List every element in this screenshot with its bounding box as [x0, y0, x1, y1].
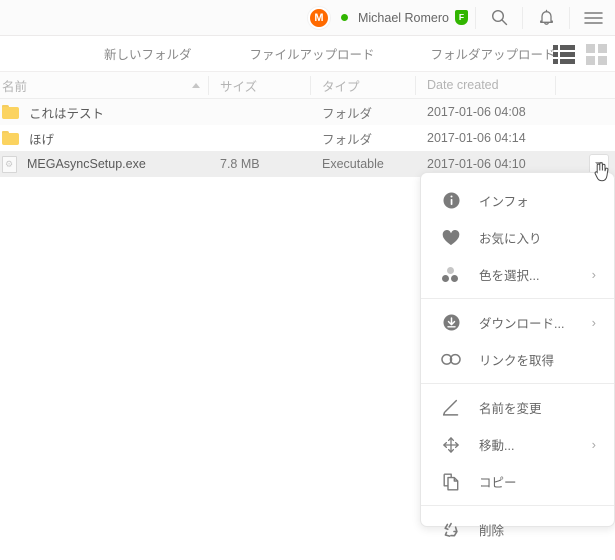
- notifications-button[interactable]: [524, 0, 568, 36]
- menu-item-label: お気に入り: [479, 232, 542, 246]
- bell-icon: [538, 9, 555, 27]
- menu-item-download[interactable]: ダウンロード... ›: [421, 304, 614, 341]
- row-date-cell: 2017-01-06 04:14: [427, 131, 526, 145]
- row-context-menu-button[interactable]: [589, 154, 609, 174]
- search-button[interactable]: [477, 0, 521, 36]
- menu-item-get-link[interactable]: リンクを取得: [421, 341, 614, 378]
- copy-icon: [441, 472, 461, 492]
- menu-item-label: コピー: [479, 476, 517, 490]
- hamburger-icon: [583, 11, 603, 25]
- menu-item-label: 色を選択...: [479, 269, 540, 283]
- chevron-down-icon: [595, 161, 603, 167]
- row-type-cell: Executable: [322, 157, 384, 171]
- move-arrows-icon: [441, 435, 461, 455]
- row-name-cell: ほげ: [0, 129, 208, 148]
- menu-item-label: 名前を変更: [479, 402, 542, 416]
- row-name-cell: これはテスト: [0, 103, 208, 122]
- pencil-icon: [441, 398, 461, 418]
- chevron-right-icon: ›: [591, 437, 596, 452]
- row-type-cell: フォルダ: [322, 132, 373, 147]
- action-toolbar: 新しいフォルダ ファイルアップロード フォルダアップロード: [0, 36, 615, 72]
- chevron-right-icon: ›: [591, 267, 596, 282]
- file-name-label: これはテスト: [29, 106, 105, 121]
- column-header-date-created[interactable]: Date created: [415, 72, 555, 99]
- folder-upload-button[interactable]: フォルダアップロード: [431, 44, 556, 63]
- link-icon: [441, 350, 461, 370]
- list-view-icon[interactable]: [553, 44, 575, 64]
- header-divider: [522, 6, 523, 29]
- menu-item-move[interactable]: 移動... ›: [421, 426, 614, 463]
- header-divider: [475, 6, 476, 29]
- chevron-right-icon: ›: [591, 315, 596, 330]
- row-type-cell: フォルダ: [322, 106, 373, 121]
- menu-item-select-colour[interactable]: 色を選択... ›: [421, 256, 614, 293]
- user-name-label: Michael Romero: [357, 10, 449, 25]
- color-dots-icon: [441, 265, 461, 285]
- download-icon: [441, 313, 461, 333]
- row-name-cell: MEGAsyncSetup.exe: [0, 155, 208, 173]
- column-header-name[interactable]: 名前: [0, 72, 208, 99]
- avatar[interactable]: M: [307, 6, 330, 29]
- menu-separator: [421, 383, 614, 384]
- row-date-cell: 2017-01-06 04:08: [427, 105, 526, 119]
- table-column-header: 名前 サイズ タイプ Date created: [0, 72, 615, 99]
- heart-icon: [441, 228, 461, 248]
- file-list: これはテスト フォルダ 2017-01-06 04:08 ほげ フォルダ 201…: [0, 99, 615, 177]
- menu-item-label: インフォ: [479, 195, 529, 209]
- menu-item-delete[interactable]: 削除: [421, 511, 614, 548]
- menu-item-label: 削除: [479, 524, 505, 538]
- sort-ascending-icon: [192, 82, 200, 88]
- recycle-icon: [441, 520, 461, 540]
- menu-item-label: リンクを取得: [479, 354, 555, 368]
- table-row[interactable]: これはテスト フォルダ 2017-01-06 04:08: [0, 99, 615, 125]
- search-icon: [491, 9, 508, 26]
- menu-item-label: 移動...: [479, 439, 515, 453]
- file-manager-window: M Michael Romero F 新しいフォルダ ファイルアップロード フォ…: [0, 0, 615, 560]
- column-header-size[interactable]: サイズ: [208, 72, 310, 99]
- row-date-cell: 2017-01-06 04:10: [427, 157, 526, 171]
- user-account-block[interactable]: M Michael Romero F: [307, 0, 474, 36]
- file-upload-button[interactable]: ファイルアップロード: [250, 44, 375, 63]
- menu-separator: [421, 505, 614, 506]
- column-header-name-label: 名前: [2, 79, 28, 94]
- grid-view-icon[interactable]: [586, 43, 607, 65]
- folder-icon: [2, 131, 19, 145]
- folder-icon: [2, 105, 19, 119]
- menu-item-info[interactable]: インフォ: [421, 182, 614, 219]
- menu-item-label: ダウンロード...: [479, 317, 565, 331]
- account-type-badge: F: [455, 10, 468, 25]
- online-status-dot: [340, 14, 348, 21]
- table-row[interactable]: ほげ フォルダ 2017-01-06 04:14: [0, 125, 615, 151]
- context-menu: インフォ お気に入り 色を選択... › ダウンロード... › リンクを取得 …: [420, 172, 615, 538]
- column-header-actions: [555, 72, 615, 99]
- file-name-label: ほげ: [29, 132, 55, 147]
- menu-separator: [421, 298, 614, 299]
- main-menu-button[interactable]: [571, 0, 615, 36]
- column-header-type[interactable]: タイプ: [310, 72, 415, 99]
- menu-item-favourite[interactable]: お気に入り: [421, 219, 614, 256]
- view-mode-toggles: [553, 36, 607, 72]
- menu-item-rename[interactable]: 名前を変更: [421, 389, 614, 426]
- menu-item-copy[interactable]: コピー: [421, 463, 614, 500]
- file-name-label: MEGAsyncSetup.exe: [27, 157, 146, 171]
- info-icon: [441, 191, 461, 211]
- new-folder-button[interactable]: 新しいフォルダ: [104, 44, 192, 63]
- executable-file-icon: [2, 155, 17, 173]
- header-divider: [569, 6, 570, 29]
- row-size-cell: 7.8 MB: [220, 157, 260, 171]
- top-header-bar: M Michael Romero F: [0, 0, 615, 36]
